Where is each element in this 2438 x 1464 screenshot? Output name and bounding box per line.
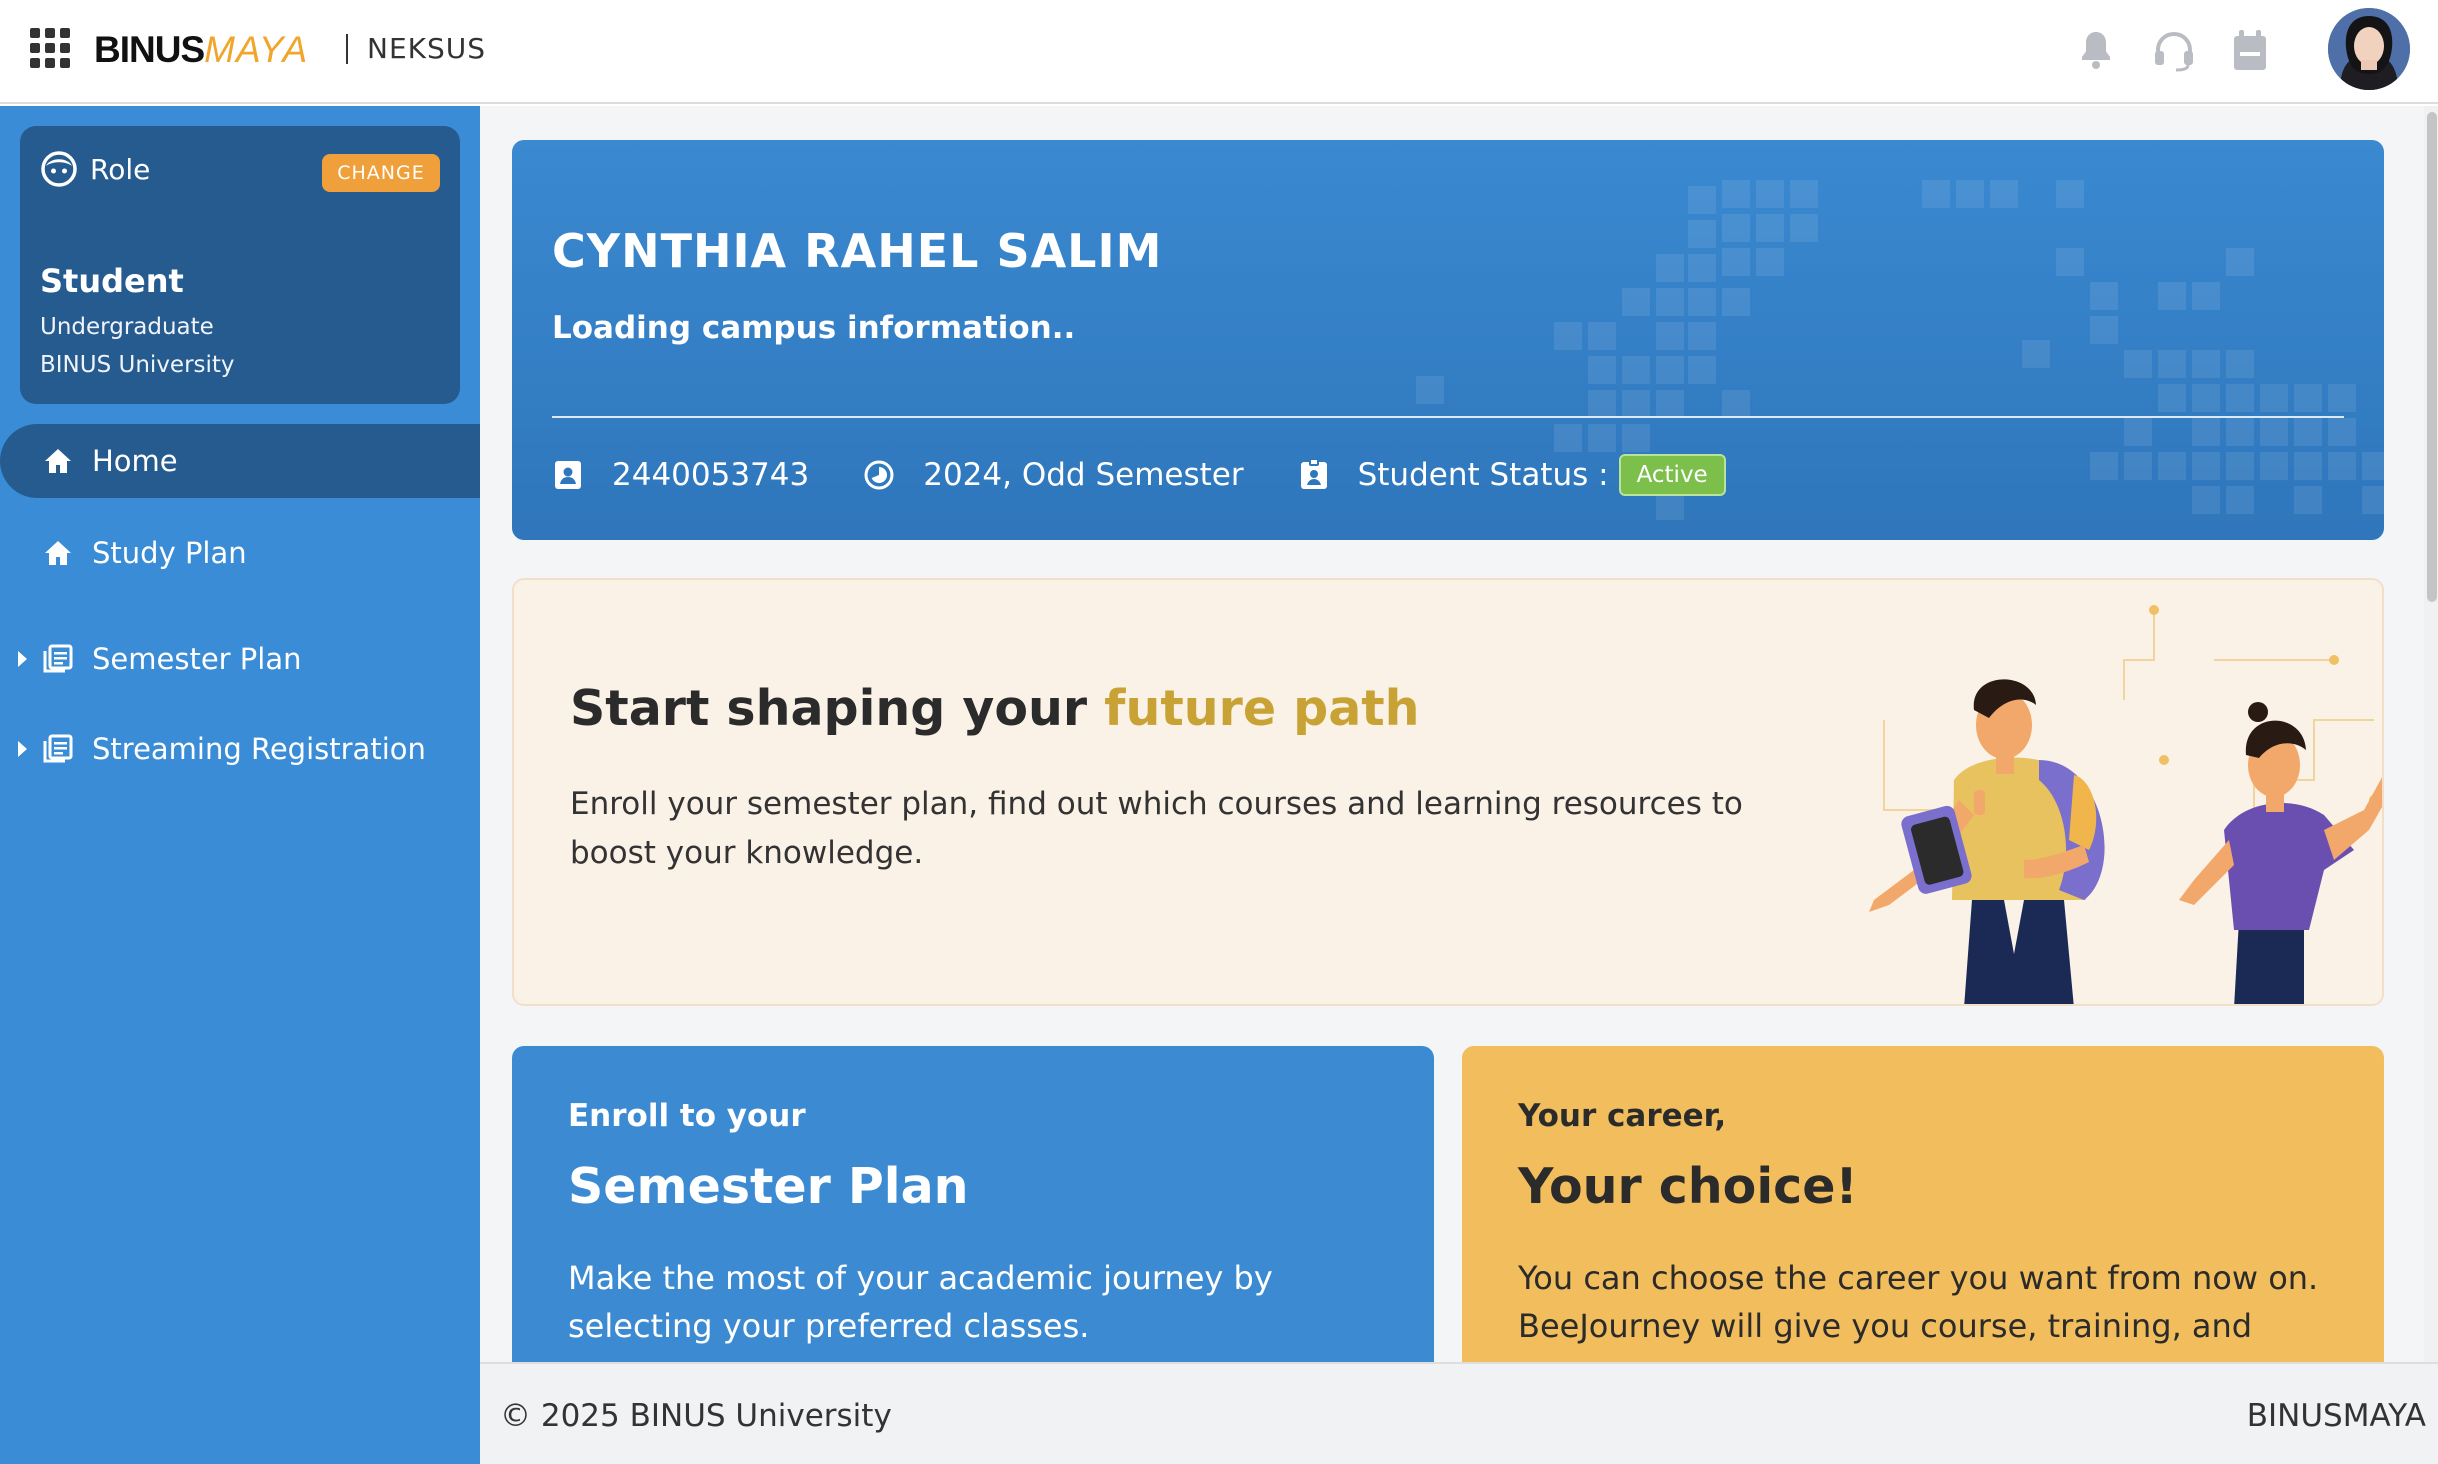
sidebar-item-study-plan[interactable]: Study Plan [0, 516, 480, 590]
future-title-accent: future path [1104, 680, 1420, 737]
campus-info: Loading campus information.. [552, 310, 1076, 346]
role-program: Undergraduate [40, 314, 214, 340]
student-name: CYNTHIA RAHEL SALIM [552, 224, 1163, 278]
footer-copyright: © 2025 BINUS University [500, 1398, 892, 1434]
student-status-label: Student Status : [1357, 457, 1609, 493]
future-title-main: Start shaping your [570, 680, 1105, 737]
future-path-card[interactable]: Start shaping your future path Enroll yo… [512, 578, 2384, 1006]
footer-brand: BINUSMAYA [2246, 1398, 2426, 1434]
sidebar-item-semester-plan[interactable]: Semester Plan [0, 622, 480, 696]
scrollbar-thumb[interactable] [2427, 112, 2437, 602]
career-card[interactable]: Your career, Your choice! You can choose… [1462, 1046, 2384, 1362]
badge-icon [1298, 459, 1330, 491]
home-icon [40, 443, 76, 479]
semester-card-kicker: Enroll to your [568, 1098, 806, 1134]
career-card-kicker: Your career, [1518, 1098, 1727, 1134]
logo-divider [346, 34, 348, 64]
sidebar-item-label: Streaming Registration [92, 732, 426, 766]
profile-meta: 2440053743 2024, Odd Semester Student St… [552, 454, 1726, 496]
headset-icon[interactable] [2150, 26, 2198, 74]
status-badge: Active [1618, 454, 1726, 496]
logo-main-text: BINUS [94, 29, 205, 70]
academic-period: 2024, Odd Semester [923, 457, 1244, 493]
future-title: Start shaping your future path [570, 680, 1420, 737]
career-card-title: Your choice! [1518, 1158, 1858, 1215]
students-illustration [1869, 605, 2382, 1004]
caret-right-icon[interactable] [18, 741, 27, 757]
student-id: 2440053743 [612, 457, 810, 493]
career-card-description: You can choose the career you want from … [1518, 1259, 2319, 1345]
sidebar-item-home[interactable]: Home [0, 424, 480, 498]
footer: © 2025 BINUS University BINUSMAYA [480, 1362, 2438, 1464]
role-header: Role [40, 150, 150, 188]
logo-accent-text: MAYA [204, 29, 309, 70]
sidebar: Role CHANGE Student Undergraduate BINUS … [0, 106, 480, 1464]
sidebar-item-label: Semester Plan [92, 642, 302, 676]
role-institution: BINUS University [40, 352, 235, 378]
semester-card-description: Make the most of your academic journey b… [568, 1259, 1273, 1345]
list-icon [40, 731, 76, 767]
caret-right-icon[interactable] [18, 651, 27, 667]
role-card: Role CHANGE Student Undergraduate BINUS … [20, 126, 460, 404]
change-role-button[interactable]: CHANGE [322, 154, 440, 192]
calendar-icon[interactable] [2226, 26, 2274, 74]
id-card-icon [552, 459, 584, 491]
user-avatar[interactable] [2328, 8, 2410, 90]
app-name: NEKSUS [367, 32, 487, 65]
role-title: Student [40, 262, 184, 300]
role-label: Role [90, 152, 151, 186]
top-header: BINUS MAYA NEKSUS [0, 0, 2438, 104]
sidebar-item-label: Home [92, 444, 178, 478]
face-icon [41, 151, 77, 187]
list-icon [40, 641, 76, 677]
apps-grid-icon[interactable] [28, 26, 72, 70]
semester-plan-card[interactable]: Enroll to your Semester Plan Make the mo… [512, 1046, 1434, 1362]
banner-divider [552, 416, 2344, 418]
future-description: Enroll your semester plan, find out whic… [570, 786, 1743, 871]
profile-banner: CYNTHIA RAHEL SALIM Loading campus infor… [512, 140, 2384, 540]
brand-logo[interactable]: BINUS MAYA [94, 26, 308, 74]
sidebar-item-streaming-registration[interactable]: Streaming Registration [0, 712, 480, 786]
sidebar-item-label: Study Plan [92, 536, 247, 570]
bell-icon[interactable] [2072, 26, 2120, 74]
clock-icon [863, 459, 895, 491]
home-icon [40, 535, 76, 571]
main-content: CYNTHIA RAHEL SALIM Loading campus infor… [480, 106, 2438, 1362]
semester-card-title: Semester Plan [568, 1158, 969, 1215]
